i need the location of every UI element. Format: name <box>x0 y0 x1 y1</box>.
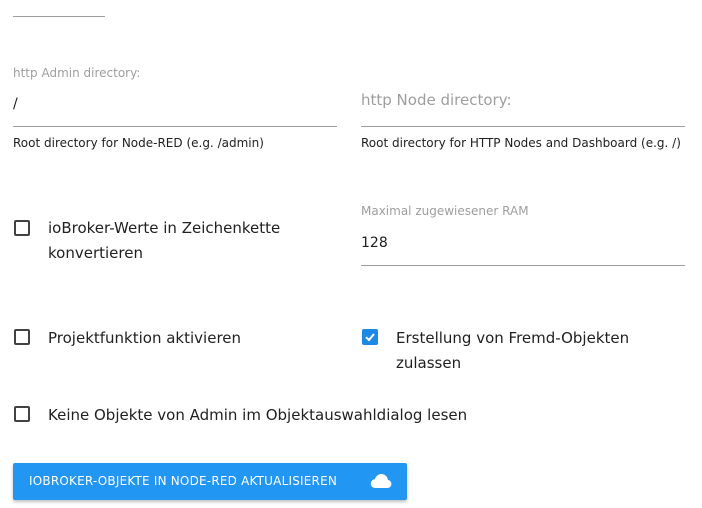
checkmark-icon <box>365 333 375 342</box>
no-admin-objects-checkbox-row[interactable]: Keine Objekte von Admin im Objektauswahl… <box>13 404 673 430</box>
update-objects-button-label: IOBROKER-OBJEKTE IN NODE-RED AKTUALISIER… <box>29 474 338 488</box>
ram-input[interactable] <box>361 233 681 253</box>
node-directory-input[interactable] <box>361 94 681 114</box>
ram-underline <box>361 265 685 266</box>
no-admin-objects-label: Keine Objekte von Admin im Objektauswahl… <box>48 406 468 424</box>
convert-strings-checkbox[interactable] <box>14 220 30 236</box>
project-mode-checkbox-row[interactable]: Projektfunktion aktivieren <box>13 327 333 353</box>
update-objects-button[interactable]: IOBROKER-OBJEKTE IN NODE-RED AKTUALISIER… <box>13 463 407 500</box>
foreign-objects-checkbox[interactable] <box>362 329 378 345</box>
node-directory-helper: Root directory for HTTP Nodes and Dashbo… <box>361 136 681 150</box>
no-admin-objects-checkbox[interactable] <box>14 406 30 422</box>
admin-directory-input[interactable] <box>13 94 333 114</box>
settings-page: http Admin directory: Root directory for… <box>0 0 702 508</box>
admin-directory-underline <box>13 126 337 127</box>
admin-directory-label: http Admin directory: <box>13 66 141 80</box>
admin-directory-helper: Root directory for Node-RED (e.g. /admin… <box>13 136 264 150</box>
cloud-icon <box>370 474 392 488</box>
node-directory-underline <box>361 126 685 127</box>
project-mode-label: Projektfunktion aktivieren <box>48 329 242 347</box>
project-mode-checkbox[interactable] <box>14 329 30 345</box>
section-divider <box>13 16 105 17</box>
convert-strings-label: ioBroker-Werte in Zeichenkette konvertie… <box>48 219 281 262</box>
ram-label: Maximal zugewiesener RAM <box>361 204 529 218</box>
convert-strings-checkbox-row[interactable]: ioBroker-Werte in Zeichenkette konvertie… <box>13 218 333 270</box>
foreign-objects-label: Erstellung von Fremd-Objekten zulassen <box>396 329 630 372</box>
foreign-objects-checkbox-row[interactable]: Erstellung von Fremd-Objekten zulassen <box>361 327 681 379</box>
